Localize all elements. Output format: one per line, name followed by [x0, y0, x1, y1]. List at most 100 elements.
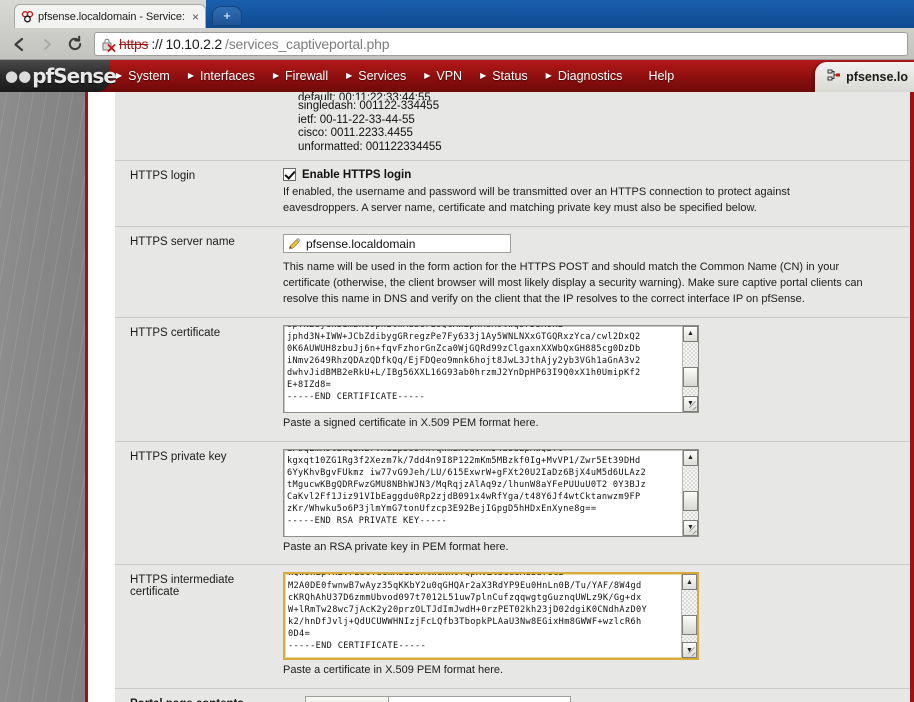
url-scheme: https — [119, 36, 149, 52]
https-server-name-help: This name will be used in the form actio… — [283, 260, 863, 305]
tabstrip-background — [206, 0, 914, 28]
mac-format-line: cisco: 0011.2233.4455 — [298, 127, 413, 140]
hostname-indicator[interactable]: pfsense.lo — [815, 62, 914, 92]
row-https-server-name: HTTPS server name This name will be used… — [115, 227, 910, 318]
pfsense-logo[interactable]: ●● pfSense — [0, 60, 117, 92]
pencil-icon — [287, 237, 301, 251]
https-certificate-textarea[interactable]: 0pTN2ejGxS1mBxe9pxEtwMdbGrLoQCAWZpxMsA0l… — [283, 324, 699, 413]
chevron-right-icon: ▶ — [424, 71, 431, 80]
pfsense-main-menu: ▶ System ▶ Interfaces ▶ Firewall ▶ Servi… — [100, 60, 914, 92]
row-portal-page-contents: Portal page contents Choose File No file… — [115, 689, 910, 702]
hostname-label: pfsense.lo — [846, 70, 908, 84]
address-bar[interactable]: https://10.10.2.2/services_captiveportal… — [94, 32, 908, 56]
enable-https-login-checkbox[interactable] — [283, 168, 296, 182]
row-https-private-key: HTTPS private key aPzqLmX9tEwQbN2rvKdLpS… — [115, 442, 910, 566]
mac-format-line: default: 00:11:22:33:44:55 — [298, 92, 431, 100]
url-separator: :// — [151, 36, 163, 52]
https-intermediate-certificate-scrollbar[interactable]: ▲ ▼ — [681, 574, 697, 659]
scroll-up-icon[interactable]: ▲ — [682, 574, 697, 591]
menu-item-services[interactable]: ▶ Services — [344, 69, 422, 83]
menu-item-label: Firewall — [285, 69, 329, 83]
menu-item-interfaces[interactable]: ▶ Interfaces — [186, 69, 271, 83]
https-intermediate-certificate-help: Paste a certificate in X.509 PEM format … — [283, 664, 504, 677]
reload-button[interactable] — [62, 32, 88, 56]
chevron-right-icon: ▶ — [187, 71, 194, 80]
captive-portal-form: default: 00:11:22:33:44:55 singledash: 0… — [115, 92, 910, 702]
scrollbar-thumb[interactable] — [683, 367, 698, 388]
broken-lock-icon — [101, 37, 116, 52]
pfsense-header: ▶ System ▶ Interfaces ▶ Firewall ▶ Servi… — [0, 60, 914, 92]
back-button[interactable] — [6, 32, 32, 56]
menu-item-diagnostics[interactable]: ▶ Diagnostics — [544, 69, 639, 83]
browser-tab-title: pfsense.localdomain - Service: — [38, 10, 185, 23]
menu-item-label: System — [128, 69, 170, 83]
chevron-right-icon: ▶ — [545, 71, 552, 80]
scrollbar-thumb[interactable] — [683, 491, 698, 512]
page-left-background — [0, 92, 88, 702]
https-server-name-input[interactable] — [304, 235, 507, 252]
enable-https-login-label[interactable]: Enable HTTPS login — [302, 169, 411, 181]
chevron-right-icon: ▶ — [116, 71, 123, 80]
menu-item-label: VPN — [436, 69, 463, 83]
https-intermediate-certificate-value: kQw9xLpTn2VrEs6YdCmAz1JbHtWuNx0fQpRvZl3G… — [288, 572, 648, 651]
menu-item-vpn[interactable]: ▶ VPN — [422, 69, 478, 83]
menu-item-label: Status — [492, 69, 528, 83]
menu-item-label: Help — [648, 69, 675, 83]
menu-item-firewall[interactable]: ▶ Firewall — [271, 69, 344, 83]
menu-item-help[interactable]: Help — [638, 69, 690, 83]
mac-format-list: default: 00:11:22:33:44:55 singledash: 0… — [115, 92, 910, 162]
https-private-key-textarea[interactable]: aPzqLmX9tEwQbN2rvKdLpS8zYhTqWmEx0CvRnJ4a… — [283, 448, 699, 537]
menu-item-label: Diagnostics — [557, 69, 623, 83]
textarea-resize-handle[interactable] — [686, 647, 696, 657]
scrollbar-thumb[interactable] — [682, 615, 697, 636]
browser-tab[interactable]: pfsense.localdomain - Service: × — [14, 4, 206, 28]
scrollbar-track[interactable] — [683, 465, 698, 520]
pfsense-logo-text: pfSense — [32, 64, 117, 88]
portal-page-contents-label: Portal page contents — [115, 696, 283, 702]
https-certificate-scrollbar[interactable]: ▲ ▼ — [682, 325, 698, 412]
scrollbar-track[interactable] — [683, 341, 698, 396]
mac-format-line: ietf: 00-11-22-33-44-55 — [298, 113, 415, 126]
scrollbar-track[interactable] — [682, 590, 697, 643]
chevron-right-icon: ▶ — [346, 71, 353, 80]
page-right-border — [910, 92, 914, 702]
row-https-intermediate-certificate: HTTPS intermediate certificate kQw9xLpTn… — [115, 565, 910, 690]
file-status-label: No file chosen — [389, 697, 471, 702]
scroll-up-icon[interactable]: ▲ — [683, 325, 698, 342]
url-path: /services_captiveportal.php — [225, 36, 390, 52]
tab-close-icon[interactable]: × — [190, 11, 201, 23]
https-intermediate-certificate-label: HTTPS intermediate certificate — [130, 574, 235, 599]
browser-chrome: pfsense.localdomain - Service: × + https… — [0, 0, 914, 60]
choose-file-button[interactable]: Choose File — [306, 697, 390, 702]
row-https-certificate: HTTPS certificate 0pTN2ejGxS1mBxe9pxEtwM… — [115, 318, 910, 442]
page-white-gutter — [91, 92, 115, 702]
menu-item-system[interactable]: ▶ System — [114, 69, 186, 83]
new-tab-button[interactable]: + — [212, 6, 242, 26]
chevron-right-icon: ▶ — [480, 71, 487, 80]
network-icon — [827, 68, 841, 87]
https-intermediate-certificate-textarea[interactable]: kQw9xLpTn2VrEs6YdCmAz1JbHtWuNx0fQpRvZl3G… — [283, 572, 699, 661]
screenshot-root: pfsense.localdomain - Service: × + https… — [0, 0, 914, 702]
file-upload-control[interactable]: Choose File No file chosen — [305, 696, 571, 702]
browser-tabstrip: pfsense.localdomain - Service: × + — [0, 0, 914, 28]
forward-button[interactable] — [34, 32, 60, 56]
menu-item-status[interactable]: ▶ Status — [478, 69, 544, 83]
mac-format-line: singledash: 001122-334455 — [298, 100, 440, 112]
chevron-right-icon: ▶ — [272, 71, 280, 80]
textarea-resize-handle[interactable] — [687, 525, 697, 535]
https-login-label: HTTPS login — [130, 170, 196, 183]
https-certificate-label: HTTPS certificate — [130, 326, 221, 339]
https-certificate-help: Paste a signed certificate in X.509 PEM … — [283, 416, 539, 429]
https-server-name-label: HTTPS server name — [130, 236, 235, 249]
https-private-key-value: aPzqLmX9tEwQbN2rvKdLpS8zYhTqWmEx0CvRnJ4a… — [287, 448, 647, 527]
url-host: 10.10.2.2 — [165, 36, 223, 52]
browser-navbar: https://10.10.2.2/services_captiveportal… — [0, 28, 914, 60]
https-private-key-scrollbar[interactable]: ▲ ▼ — [682, 449, 698, 536]
pfsense-favicon-icon — [21, 10, 34, 23]
textarea-resize-handle[interactable] — [687, 401, 697, 411]
scroll-up-icon[interactable]: ▲ — [683, 449, 698, 466]
menu-item-label: Services — [358, 69, 407, 83]
https-server-name-input-wrap[interactable] — [283, 234, 511, 254]
https-certificate-value: 0pTN2ejGxS1mBxe9pxEtwMdbGrLoQCAWZpxMsA0l… — [287, 324, 641, 403]
https-login-help: If enabled, the username and password wi… — [283, 186, 790, 215]
